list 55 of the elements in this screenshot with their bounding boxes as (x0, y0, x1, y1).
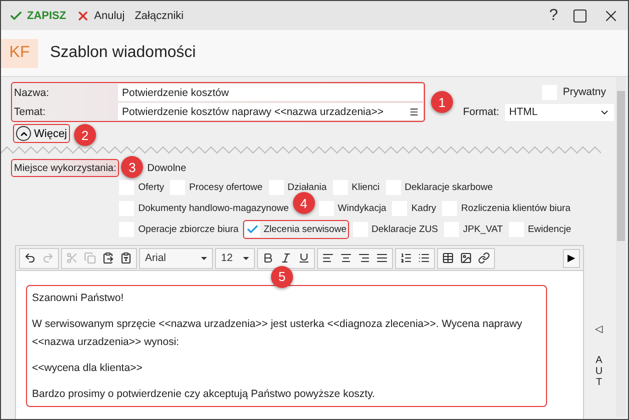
cancel-button[interactable]: Anuluj (76, 8, 125, 22)
align-left-icon[interactable] (320, 251, 336, 265)
checkbox-label: Prywatny (562, 86, 606, 98)
ordered-list-icon[interactable] (398, 251, 414, 265)
image-icon[interactable] (458, 251, 474, 265)
side-tab-label[interactable]: AUT (594, 355, 604, 388)
checkbox-option[interactable]: Dokumenty handlowo-magazynowe (117, 199, 291, 218)
option-label: Dowolne (147, 162, 188, 176)
help-button[interactable]: ? (549, 6, 558, 24)
section-label: Miejsce wykorzystania: (11, 159, 120, 177)
collapse-arrow[interactable]: ◁ (595, 323, 603, 335)
chevron-up-icon (16, 126, 31, 141)
checkbox[interactable] (119, 180, 134, 195)
scrollbar[interactable] (616, 77, 626, 417)
app-badge: KF (1, 38, 38, 68)
callout-number: 1 (431, 91, 453, 113)
menu-icon[interactable] (409, 106, 419, 116)
checkbox-option[interactable]: Oferty (117, 178, 166, 197)
checkbox-option[interactable]: Deklaracje ZUS (350, 220, 440, 239)
input-field[interactable]: Potwierdzenie kosztów (118, 84, 423, 101)
window-title: Szablon wiadomości (50, 44, 196, 62)
check-icon (246, 223, 259, 236)
save-button[interactable]: ZAPISZ (9, 8, 66, 22)
table-icon[interactable] (440, 251, 456, 265)
checkbox-option[interactable]: JPK_VAT (442, 220, 505, 239)
checkbox-option[interactable]: Deklaracje skarbowe (384, 178, 495, 197)
field-label: Nazwa: (13, 86, 50, 98)
field-label: Temat: (13, 106, 47, 118)
check-icon (9, 8, 23, 22)
checkbox-option[interactable]: Zlecenia serwisowe (242, 220, 348, 239)
align-center-icon[interactable] (338, 251, 354, 265)
maximize-icon[interactable] (572, 8, 588, 24)
checkbox-option[interactable]: Operacje zbiorcze biura (117, 220, 241, 239)
checkbox[interactable] (244, 222, 260, 237)
checkbox-option[interactable]: Procesy ofertowe (168, 178, 265, 197)
close-icon (76, 8, 90, 22)
justify-icon[interactable] (374, 251, 390, 265)
format-dropdown[interactable]: HTML (505, 104, 614, 120)
more-tools-button[interactable]: ▶ (563, 248, 580, 268)
more-button[interactable]: Więcej (13, 124, 70, 143)
field-label: Format: (463, 106, 500, 118)
checkbox[interactable] (318, 201, 334, 216)
attachments-button[interactable]: Załączniki (134, 10, 184, 22)
input-field[interactable]: Potwierdzenie kosztów naprawy <<nazwa urzadzenia>> (118, 103, 423, 120)
align-right-icon[interactable] (356, 251, 372, 265)
link-icon[interactable] (476, 251, 492, 265)
checkbox-option[interactable]: Windykacja (316, 199, 388, 218)
checkbox-option[interactable]: Rozliczenia klientów biura (440, 199, 572, 218)
callout-number: 2 (74, 124, 96, 146)
callout-number: 4 (292, 192, 315, 214)
checkbox-option[interactable]: Kadry (390, 199, 438, 218)
checkbox-option[interactable]: Klienci (330, 178, 382, 197)
callout-number: 3 (121, 156, 144, 178)
checkbox-option[interactable]: Ewidencje (506, 220, 574, 239)
message-body[interactable]: Szanowni Państwo! W serwisowanym sprzęcie <<nazwa urzadzenia>> jest usterka <<diagnoza zlecenia>>. Wycena naprawy <<nazwa urzadzenia>> wynosi: <<wycena dla klienta>> Bardzo prosimy o potwierdzenie czy akceptują Państwo powyższe koszty. (26, 285, 547, 407)
